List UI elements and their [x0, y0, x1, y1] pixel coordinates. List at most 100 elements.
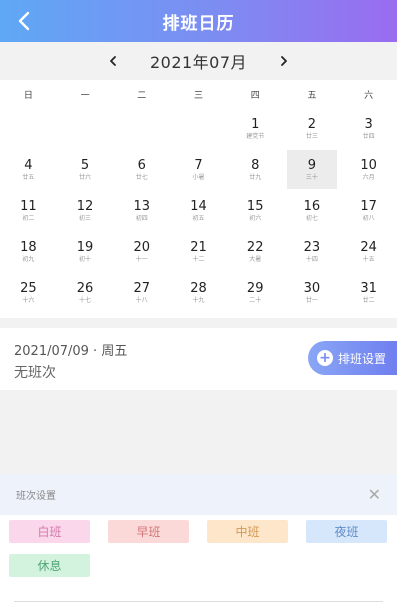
shift-panel-header: 班次设置 ✕: [0, 474, 397, 515]
calendar-day[interactable]: 28 十九: [170, 272, 227, 313]
day-number: 26: [76, 280, 94, 296]
lunar-date: 十七: [79, 296, 92, 304]
calendar-day[interactable]: 24 十五: [340, 231, 397, 272]
day-number: 1: [251, 116, 260, 132]
lunar-date: 廿六: [79, 173, 92, 181]
calendar-day[interactable]: 18 初九: [0, 231, 57, 272]
calendar-day[interactable]: 20 十一: [113, 231, 170, 272]
lunar-date: 三十: [305, 173, 318, 181]
calendar-day[interactable]: 9 三十: [286, 150, 338, 189]
calendar-day[interactable]: 2 廿三: [284, 108, 341, 149]
calendar-day[interactable]: 22 大暑: [227, 231, 284, 272]
weekday-header: 日 一 二 三 四 五 六: [0, 80, 397, 108]
calendar-day[interactable]: 5 廿六: [57, 149, 114, 190]
shift-chip-rest[interactable]: 休息: [9, 554, 90, 577]
close-icon[interactable]: ✕: [368, 485, 381, 504]
day-number: 4: [24, 157, 33, 173]
prev-month-button[interactable]: [100, 48, 126, 74]
lunar-date: 初四: [135, 214, 148, 222]
day-grid: 1 建党节 2 廿三 3 廿四 4 廿五 5 廿六 6 廿七 7 小暑 8 廿九 9 三十 10 六月 11 初二 12 初三…: [0, 108, 397, 313]
chevron-left-icon: [110, 56, 116, 66]
calendar-day[interactable]: 23 十四: [284, 231, 341, 272]
shift-chip-day[interactable]: 白班: [9, 520, 90, 543]
calendar-day[interactable]: 31 廿二: [340, 272, 397, 313]
lunar-date: 六月: [362, 173, 375, 181]
lunar-date: 二十: [249, 296, 262, 304]
calendar-day[interactable]: 11 初二: [0, 190, 57, 231]
shift-panel: 白班 早班 中班 夜班 休息: [0, 515, 397, 604]
day-number: 28: [190, 280, 207, 296]
month-label: 2021年07月: [149, 53, 248, 72]
day-number: 10: [360, 157, 377, 173]
day-number: 18: [20, 239, 37, 255]
calendar-day[interactable]: 21 十二: [170, 231, 227, 272]
calendar-day[interactable]: 10 六月: [340, 149, 397, 190]
calendar-empty-cell: [170, 108, 227, 149]
plus-icon: +: [317, 350, 333, 366]
calendar-day[interactable]: 26 十七: [57, 272, 114, 313]
next-month-button[interactable]: [271, 48, 297, 74]
calendar-day[interactable]: 27 十八: [113, 272, 170, 313]
calendar-day[interactable]: 3 廿四: [340, 108, 397, 149]
page-title: 排班日历: [162, 13, 235, 34]
day-number: 30: [303, 280, 321, 296]
lunar-date: 十一: [135, 255, 148, 263]
schedule-settings-label: 排班设置: [338, 351, 387, 366]
divider: [14, 601, 383, 602]
calendar-empty-cell: [57, 108, 114, 149]
lunar-date: 十九: [192, 296, 205, 304]
lunar-date: 十六: [22, 296, 35, 304]
calendar-day[interactable]: 16 初七: [284, 190, 341, 231]
day-number: 6: [137, 157, 146, 173]
lunar-date: 小暑: [192, 173, 205, 181]
weekday-label: 五: [307, 90, 317, 101]
weekday-label: 三: [194, 90, 204, 101]
day-number: 22: [246, 239, 264, 255]
shift-status: 无班次: [14, 365, 56, 381]
calendar-day[interactable]: 8 廿九: [227, 149, 284, 190]
lunar-date: 十二: [192, 255, 205, 263]
calendar-day[interactable]: 4 廿五: [0, 149, 57, 190]
selected-day-info: 2021/07/09 · 周五 无班次 + 排班设置: [0, 328, 397, 390]
schedule-settings-button[interactable]: + 排班设置: [308, 341, 397, 375]
weekday-label: 六: [364, 90, 374, 101]
calendar-day[interactable]: 14 初五: [170, 190, 227, 231]
calendar-day[interactable]: 13 初四: [113, 190, 170, 231]
calendar-day[interactable]: 12 初三: [57, 190, 114, 231]
day-number: 17: [360, 198, 377, 214]
shift-chip-middle[interactable]: 中班: [207, 520, 288, 543]
day-number: 7: [194, 157, 203, 173]
day-number: 21: [190, 239, 207, 255]
calendar-empty-cell: [113, 108, 170, 149]
shift-panel-title: 班次设置: [16, 491, 56, 502]
selected-date: 2021/07/09 · 周五: [14, 344, 128, 359]
calendar-day[interactable]: 6 廿七: [113, 149, 170, 190]
calendar-day[interactable]: 30 廿一: [284, 272, 341, 313]
lunar-date: 十四: [305, 255, 318, 263]
lunar-date: 初六: [249, 214, 262, 222]
back-arrow-icon[interactable]: [12, 8, 38, 34]
calendar-day[interactable]: 29 二十: [227, 272, 284, 313]
lunar-date: 廿七: [135, 173, 148, 181]
calendar-day[interactable]: 17 初八: [340, 190, 397, 231]
lunar-date: 初九: [22, 255, 35, 263]
calendar-day[interactable]: 15 初六: [227, 190, 284, 231]
shift-chip-night[interactable]: 夜班: [306, 520, 387, 543]
calendar-day[interactable]: 7 小暑: [170, 149, 227, 190]
calendar-day[interactable]: 1 建党节: [227, 108, 284, 149]
lunar-date: 廿五: [22, 173, 35, 181]
day-number: 16: [303, 198, 321, 214]
lunar-date: 廿三: [305, 132, 318, 140]
calendar-day[interactable]: 19 初十: [57, 231, 114, 272]
lunar-date: 初二: [22, 214, 35, 222]
lunar-date: 廿四: [362, 132, 375, 140]
day-number: 31: [360, 280, 377, 296]
weekday-label: 二: [137, 90, 147, 101]
lunar-date: 初三: [79, 214, 92, 222]
calendar: 日 一 二 三 四 五 六 1 建党节 2 廿三 3 廿四 4 廿五 5 廿六 6 廿七 7 小暑 8 廿九 9…: [0, 80, 397, 318]
calendar-day[interactable]: 25 十六: [0, 272, 57, 313]
day-number: 13: [133, 198, 151, 214]
day-number: 12: [76, 198, 94, 214]
day-number: 15: [246, 198, 264, 214]
shift-chip-early[interactable]: 早班: [108, 520, 189, 543]
